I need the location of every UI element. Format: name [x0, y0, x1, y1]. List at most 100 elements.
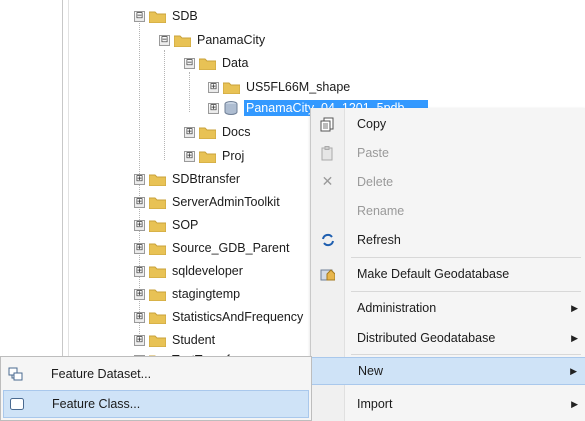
menu-item-label: Rename [357, 204, 405, 218]
submenu-arrow-icon: ▶ [571, 302, 578, 313]
tree-item-sop[interactable]: ⊞ SOP [134, 215, 310, 235]
menu-item-label: Paste [357, 146, 389, 160]
expand-toggle[interactable]: ⊞ [134, 311, 145, 323]
expand-toggle[interactable]: ⊞ [208, 102, 219, 114]
tree-item-docs[interactable]: ⊞ Docs [184, 122, 252, 142]
folder-icon [149, 219, 166, 232]
menu-item-refresh[interactable]: Refresh [311, 226, 585, 254]
submenu-item-label: Feature Class... [52, 397, 141, 411]
folder-icon [149, 173, 166, 186]
expand-toggle[interactable]: ⊞ [184, 126, 195, 138]
tree-item-label: Data [222, 56, 249, 70]
folder-icon [149, 265, 166, 278]
folder-icon [223, 81, 240, 94]
feature-dataset-icon [3, 367, 29, 382]
geodatabase-home-icon [311, 267, 344, 282]
menu-item-new[interactable]: New ▶ [311, 357, 585, 385]
tree-item-statisticsandfrequency[interactable]: ⊞ StatisticsAndFrequency [134, 307, 310, 327]
delete-icon: ✕ [321, 174, 334, 190]
menu-item-label: Copy [357, 117, 387, 131]
expand-toggle[interactable]: ⊞ [184, 150, 195, 162]
expand-toggle[interactable]: ⊞ [134, 334, 145, 346]
feature-class-icon [4, 397, 30, 411]
menu-item-administration[interactable]: Administration ▶ [311, 294, 585, 322]
tree-item-us5fl66m-shape[interactable]: ⊞ US5FL66M_shape [208, 77, 352, 97]
tree-item-label: SOP [172, 218, 199, 232]
tree-item-label: stagingtemp [172, 287, 241, 301]
tree-item-sdbtransfer[interactable]: ⊞ SDBtransfer [134, 169, 310, 189]
tree-item-stagingtemp[interactable]: ⊞ stagingtemp [134, 284, 310, 304]
tree-item-sqldeveloper[interactable]: ⊞ sqldeveloper [134, 261, 310, 281]
tree-item-label: sqldeveloper [172, 264, 243, 278]
tree-item-label: StatisticsAndFrequency [172, 310, 304, 324]
expand-toggle[interactable]: ⊞ [134, 219, 145, 231]
expand-toggle[interactable]: ⊞ [134, 173, 145, 185]
folder-icon [149, 288, 166, 301]
database-icon [223, 100, 240, 116]
menu-item-label: New [358, 364, 384, 378]
tree-item-label: US5FL66M_shape [246, 80, 351, 94]
tree-item-proj[interactable]: ⊞ Proj [184, 146, 246, 166]
tree-guide [189, 72, 190, 112]
submenu-item-label: Feature Dataset... [51, 367, 152, 381]
menu-separator [351, 291, 581, 292]
folder-icon [149, 334, 166, 347]
tree-item-label: PanamaCity [197, 33, 266, 47]
folder-icon [149, 242, 166, 255]
submenu-arrow-icon: ▶ [571, 332, 578, 343]
menu-item-label: Distributed Geodatabase [357, 331, 496, 345]
menu-item-distributed-geodatabase[interactable]: Distributed Geodatabase ▶ [311, 324, 585, 352]
expand-toggle[interactable]: ⊞ [134, 265, 145, 277]
context-menu: Copy Paste ✕ Delete Rename Refresh Make … [310, 108, 585, 421]
tree-item-student[interactable]: ⊞ Student [134, 330, 310, 350]
tree-item-panamacity[interactable]: ⊟ PanamaCity [159, 30, 267, 50]
tree-item-label: Source_GDB_Parent [172, 241, 290, 255]
menu-item-delete[interactable]: ✕ Delete [311, 168, 585, 196]
copy-icon [311, 117, 344, 132]
menu-item-copy[interactable]: Copy [311, 110, 585, 138]
expand-toggle[interactable]: ⊞ [208, 81, 219, 93]
tree-guide [164, 50, 165, 160]
menu-item-paste[interactable]: Paste [311, 139, 585, 167]
submenu-arrow-icon: ▶ [570, 365, 577, 376]
expand-toggle[interactable]: ⊞ [134, 288, 145, 300]
menu-item-make-default-geodatabase[interactable]: Make Default Geodatabase [311, 260, 585, 288]
expand-toggle[interactable]: ⊞ [134, 196, 145, 208]
folder-icon [174, 34, 191, 47]
menu-item-label: Refresh [357, 233, 401, 247]
folder-icon [199, 126, 216, 139]
tree-item-label: Student [172, 333, 216, 347]
folder-icon [149, 10, 166, 23]
paste-icon [311, 145, 344, 161]
submenu-item-feature-class[interactable]: Feature Class... [3, 390, 309, 418]
folder-icon [199, 57, 216, 70]
collapse-toggle[interactable]: ⊟ [159, 34, 170, 46]
collapse-toggle[interactable]: ⊟ [134, 10, 145, 22]
menu-item-rename[interactable]: Rename [311, 197, 585, 225]
menu-item-import[interactable]: Import ▶ [311, 390, 585, 418]
folder-icon [149, 311, 166, 324]
submenu-item-feature-dataset[interactable]: Feature Dataset... [3, 360, 309, 388]
tree-item-label: SDB [172, 9, 198, 23]
menu-separator [351, 257, 581, 258]
collapse-toggle[interactable]: ⊟ [184, 57, 195, 69]
tree-item-label: Proj [222, 149, 245, 163]
tree-item-data[interactable]: ⊟ Data [184, 53, 250, 73]
tree-item-label: SDBtransfer [172, 172, 241, 186]
tree-item-label: ServerAdminToolkit [172, 195, 280, 209]
tree-item-serveradmintoolkit[interactable]: ⊞ ServerAdminToolkit [134, 192, 310, 212]
tree-item-label: Docs [222, 125, 251, 139]
folder-icon [199, 150, 216, 163]
menu-item-label: Administration [357, 301, 437, 315]
tree-item-sdb[interactable]: ⊟ SDB [134, 6, 200, 26]
menu-item-label: Import [357, 397, 393, 411]
new-submenu: Feature Dataset... Feature Class... [0, 356, 312, 421]
refresh-icon [311, 233, 344, 247]
submenu-arrow-icon: ▶ [571, 398, 578, 409]
folder-icon [149, 196, 166, 209]
menu-item-label: Make Default Geodatabase [357, 267, 510, 281]
menu-item-label: Delete [357, 175, 394, 189]
tree-item-source-gdb-parent[interactable]: ⊞ Source_GDB_Parent [134, 238, 310, 258]
menu-separator [351, 354, 581, 355]
expand-toggle[interactable]: ⊞ [134, 242, 145, 254]
